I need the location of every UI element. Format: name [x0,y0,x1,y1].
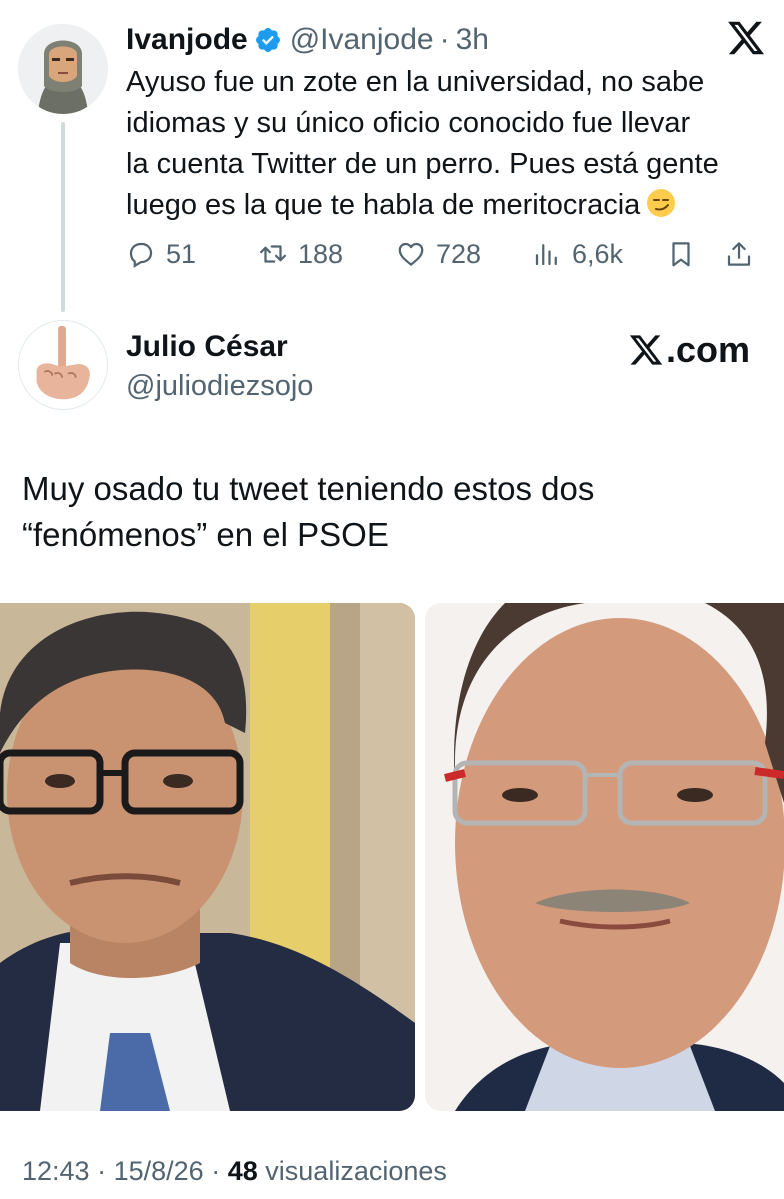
views-button[interactable]: 6,6k [532,232,623,276]
reply-author-name[interactable]: Julio César [126,330,288,364]
tweet-text: Ayuso fue un zote en la universidad, no … [126,62,771,226]
author-handle[interactable]: @Ivanjode [290,23,434,57]
like-count: 728 [436,238,482,269]
share-button[interactable] [724,232,764,276]
avatar-juliodiezsojo[interactable] [18,320,108,410]
separator-dot: · [439,23,450,56]
separator-dot: · [97,1156,107,1186]
thread-line [61,122,65,312]
reply-text: Muy osado tu tweet teniendo estos dos “f… [22,466,762,558]
views-icon [535,244,557,266]
reply-text-line: Muy osado tu tweet teniendo estos dos [22,470,595,507]
bookmark-icon [672,242,690,267]
like-button[interactable]: 728 [396,232,481,276]
share-icon [727,242,751,266]
tweet-actions: 51 188 728 6,6k [126,232,766,276]
photo-right[interactable] [425,603,784,1111]
tweet-footer: 12:43 · 15/8/26 · 48 visualizaciones [22,1156,447,1187]
smirking-face-emoji [646,188,676,218]
reply-button[interactable]: 51 [126,232,196,276]
x-logo-icon[interactable] [726,18,766,58]
x-com-logo: .com [628,326,750,374]
views-label: visualizaciones [265,1156,447,1186]
tweet-text-line: Ayuso fue un zote en la universidad, no … [126,66,705,98]
reply-text-line: “fenómenos” en el PSOE [22,516,389,553]
footer-time[interactable]: 12:43 [22,1156,90,1186]
tweet-text-line: idiomas y su único oficio conocido fue l… [126,107,691,139]
views-number: 48 [227,1156,258,1186]
bookmark-button[interactable] [666,232,706,276]
verified-badge-icon [254,26,282,54]
reply-count: 51 [166,238,197,269]
views-count: 6,6k [572,238,624,269]
repost-count: 188 [298,238,344,269]
footer-date[interactable]: 15/8/26 [114,1156,204,1186]
author-name[interactable]: Ivanjode [126,23,248,57]
avatar-ivanjode[interactable] [18,24,108,114]
like-icon [398,242,424,266]
photo-left[interactable] [0,603,415,1111]
tweet-time[interactable]: 3h [456,23,489,57]
tweet-header: Ivanjode @Ivanjode · 3h [126,20,489,60]
reply-author-handle[interactable]: @juliodiezsojo [126,370,313,403]
repost-icon [260,245,286,263]
reply-icon [129,242,153,268]
repost-button[interactable]: 188 [258,232,343,276]
tweet-text-line-last: luego es la que te habla de meritocracia [126,185,771,226]
brand-text: .com [666,329,751,370]
tweet-text-line: la cuenta Twitter de un perro. Pues está… [126,148,719,180]
x-logo-icon [629,335,663,365]
separator-dot: · [211,1156,221,1186]
tweet-text-line: luego es la que te habla de meritocracia [126,189,641,221]
